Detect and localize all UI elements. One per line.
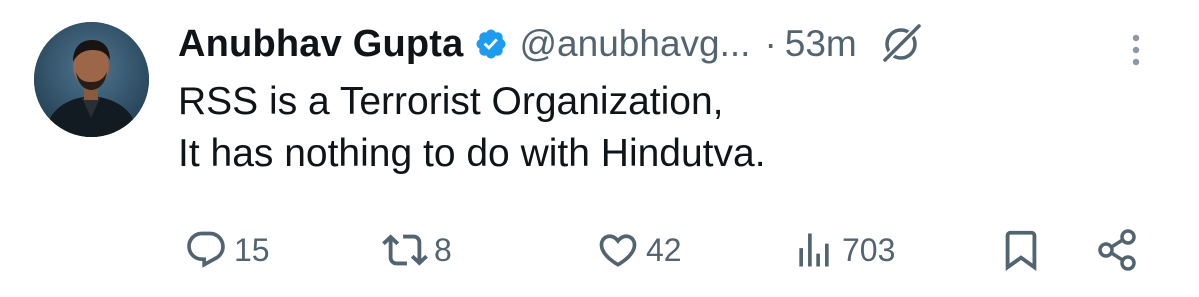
verified-badge-icon[interactable] [474,27,508,61]
repost-icon [382,227,428,273]
avatar[interactable] [34,22,149,137]
more-vertical-icon[interactable] [1128,30,1144,70]
like-button[interactable]: 42 [596,222,682,278]
grok-icon[interactable] [879,22,923,66]
reply-button[interactable]: 15 [184,222,270,278]
tweet-header: Anubhav Gupta @anubhavg... · 53m [178,18,923,70]
reply-count: 15 [234,231,270,268]
avatar-image [34,22,149,137]
repost-button[interactable]: 8 [382,222,452,278]
reply-icon [184,228,228,272]
tweet-text-line: It has nothing to do with Hindutva. [178,132,766,175]
bookmark-button[interactable] [998,222,1044,278]
tweet-card[interactable]: Anubhav Gupta @anubhavg... · 53m RSS is … [0,0,1199,297]
timestamp[interactable]: 53m [785,23,857,65]
author-handle[interactable]: @anubhavg... [520,23,751,65]
share-button[interactable] [1094,222,1142,278]
like-count: 42 [646,231,682,268]
action-bar: 15 8 42 703 [0,222,1199,278]
analytics-icon [792,228,836,272]
view-count: 703 [842,231,896,268]
views-button[interactable]: 703 [792,222,895,278]
share-icon [1094,226,1142,274]
tweet-text: RSS is a Terrorist Organization, It has … [178,76,766,180]
bookmark-icon [998,227,1044,273]
tweet-text-line: RSS is a Terrorist Organization, [178,80,724,123]
author-display-name[interactable]: Anubhav Gupta [178,23,464,66]
heart-icon [596,228,640,272]
repost-count: 8 [434,231,452,268]
separator-dot: · [764,23,777,64]
